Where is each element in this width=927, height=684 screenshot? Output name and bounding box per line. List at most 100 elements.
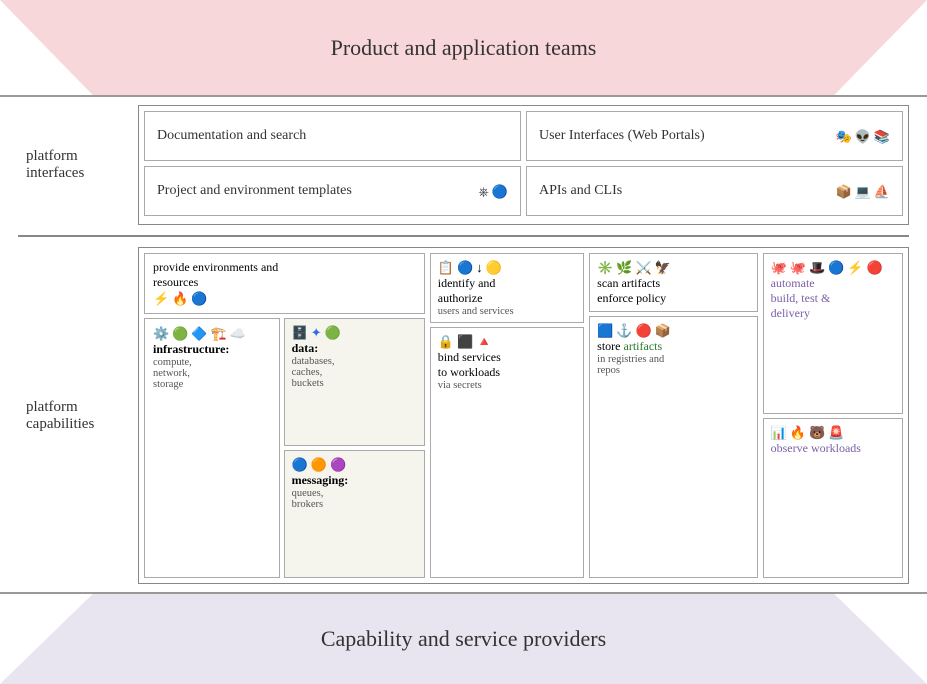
messaging-items: queues, brokers	[292, 488, 417, 510]
identity-top-icons: 📋 🔵 ↓ 🟡	[438, 261, 576, 274]
crossplane-icon: 📦	[835, 185, 851, 198]
vsphere-icon: 🟢	[172, 327, 188, 340]
book-icon: 📚	[874, 130, 890, 143]
page-wrapper: Product and application teams platform i…	[0, 0, 927, 684]
bind-title: bind services to workloads	[438, 350, 576, 380]
argocd-icon: 🐙	[790, 261, 806, 274]
cert-manager-icon: 🟡	[486, 261, 502, 274]
apis-clis-icons: 📦 💻 ⛵	[835, 185, 890, 198]
k8s-icon: ⚙️	[153, 327, 169, 340]
interfaces-row: platform interfaces Documentation and se…	[18, 105, 909, 225]
lightning-icon: ⚡	[153, 292, 169, 305]
capabilities-row: platform capabilities provide environmen…	[18, 247, 909, 584]
top-banner: Product and application teams	[0, 0, 927, 95]
doc-search-cell: Documentation and search	[144, 111, 521, 161]
bottom-banner: Capability and service providers	[0, 594, 927, 684]
automate-icons: 🐙 🐙 🎩 🔵 ⚡ 🔴	[771, 261, 895, 274]
data-icons: 🗄️ ✦ 🟢	[292, 326, 417, 339]
interfaces-content: Documentation and search User Interfaces…	[138, 105, 909, 225]
k8s2-icon: ✦	[311, 326, 322, 339]
keycloak-icon: ↓	[476, 261, 483, 274]
infra-compute-label: infrastructure:	[153, 342, 271, 357]
falco-icon: 🦅	[655, 261, 671, 274]
scan-title: scan artifacts enforce policy	[597, 276, 749, 306]
identity-title: identify and authorize	[438, 276, 576, 306]
argo-icon: 🔵	[492, 185, 508, 198]
db-icon: 🗄️	[292, 326, 308, 339]
infra-compute-icons: ⚙️ 🟢 🔷 🏗️ ☁️	[153, 327, 271, 340]
user-interfaces-icons: 🎭 👽 📚	[835, 130, 890, 143]
automate-top: 🐙 🐙 🎩 🔵 ⚡ 🔴 automate build, test & deliv…	[763, 253, 903, 414]
infra-compute-cell: ⚙️ 🟢 🔷 🏗️ ☁️ infrastructure:	[144, 318, 280, 578]
velero-icon: 🟢	[325, 326, 341, 339]
user-interfaces-text: User Interfaces (Web Portals)	[539, 128, 705, 144]
alert-icon: 🚨	[828, 426, 844, 439]
github-actions-icon: ⚡	[847, 261, 863, 274]
esb-icon: 🔒	[438, 335, 454, 348]
section-separator	[18, 235, 909, 237]
messaging-block: 🔵 🟠 🟣 messaging: queues, brokers	[284, 450, 425, 578]
tekton-icon: 🐙	[771, 261, 787, 274]
loki-icon: 🐻	[809, 426, 825, 439]
spinnaker-icon: 📋	[438, 261, 454, 274]
store-title: store artifacts	[597, 339, 749, 354]
apis-clis-text: APIs and CLIs	[539, 183, 622, 199]
automate-block: 🐙 🐙 🎩 🔵 ⚡ 🔴 automate build, test & deliv…	[763, 253, 903, 578]
observe-title: observe workloads	[771, 441, 895, 456]
harbor-icon: ⚓	[616, 324, 632, 337]
flux-icon: 🔵	[828, 261, 844, 274]
snyk-icon: 🌿	[616, 261, 632, 274]
top-banner-text: Product and application teams	[331, 35, 597, 61]
jfrog-icon: 🟦	[597, 324, 613, 337]
middle-section: platform interfaces Documentation and se…	[0, 95, 927, 594]
artifacts-block: ✳️ 🌿 ⚔️ 🦅 scan artifacts enforce policy	[589, 253, 757, 578]
infra-data-msg: 🗄️ ✦ 🟢 data: databases, caches, buckets	[284, 318, 425, 578]
infra-sub-grid: ⚙️ 🟢 🔷 🏗️ ☁️ infrastructure:	[144, 318, 425, 578]
alien-icon: 👽	[855, 130, 871, 143]
terraform-icon: 🔷	[191, 327, 207, 340]
crossplane2-icon: 🏗️	[211, 327, 227, 340]
opa-icon: ⚔️	[636, 261, 652, 274]
bind-icons: 🔒 ⬛ 🔺	[438, 335, 576, 348]
terminal-icon: 💻	[855, 185, 871, 198]
messaging-icons: 🔵 🟠 🟣	[292, 458, 417, 471]
provide-env-icons: ⚡ 🔥 🔵	[153, 292, 416, 305]
automate-title: automate build, test & delivery	[771, 276, 895, 321]
interfaces-label: platform interfaces	[18, 105, 138, 225]
helm-icon: ⎈	[478, 185, 488, 198]
cloud-icon: ☁️	[230, 327, 246, 340]
bottom-banner-text: Capability and service providers	[321, 626, 606, 652]
infra-compute-items: compute, network, storage	[153, 357, 271, 390]
capabilities-label: platform capabilities	[18, 247, 138, 584]
backstage-icon: 🎭	[835, 130, 851, 143]
data-block: 🗄️ ✦ 🟢 data: databases, caches, buckets	[284, 318, 425, 446]
kafka-icon: 🟠	[311, 458, 327, 471]
grafana-icon: 📊	[771, 426, 787, 439]
user-interfaces-cell: User Interfaces (Web Portals) 🎭 👽 📚	[526, 111, 903, 161]
scan-artifacts-block: ✳️ 🌿 ⚔️ 🦅 scan artifacts enforce policy	[589, 253, 757, 312]
capabilities-content: provide environments and resources ⚡ 🔥 🔵	[138, 247, 909, 584]
fire-icon: 🔥	[172, 292, 188, 305]
project-templates-text: Project and environment templates	[157, 183, 352, 199]
doc-search-text: Documentation and search	[157, 128, 306, 144]
capabilities-grid: provide environments and resources ⚡ 🔥 🔵	[144, 253, 903, 578]
provide-env-title: provide environments and resources	[153, 260, 416, 290]
circle-blue-icon: 🔵	[191, 292, 207, 305]
identity-block: 📋 🔵 ↓ 🟡 identify and authorize users and…	[430, 253, 584, 578]
interfaces-grid: Documentation and search User Interfaces…	[144, 111, 903, 216]
prom-icon: 🔥	[790, 426, 806, 439]
helm2-icon: ⛵	[874, 185, 890, 198]
bind-subtitle: via secrets	[438, 380, 576, 391]
crossplane3-icon: 🔺	[476, 335, 492, 348]
interfaces-label-text: platform interfaces	[26, 148, 130, 182]
apis-clis-cell: APIs and CLIs 📦 💻 ⛵	[526, 166, 903, 216]
scan-icons: ✳️ 🌿 ⚔️ 🦅	[597, 261, 749, 274]
store-icons: 🟦 ⚓ 🔴 📦	[597, 324, 749, 337]
jenkins-icon: 🎩	[809, 261, 825, 274]
identity-subtitle: users and services	[438, 306, 576, 317]
project-templates-icons: ⎈ 🔵	[478, 185, 508, 198]
provide-env-header: provide environments and resources ⚡ 🔥 🔵	[144, 253, 425, 314]
nats-icon: 🔵	[292, 458, 308, 471]
data-items: databases, caches, buckets	[292, 356, 417, 389]
bind-services-block: 🔒 ⬛ 🔺 bind services to workloads via sec…	[430, 327, 584, 578]
